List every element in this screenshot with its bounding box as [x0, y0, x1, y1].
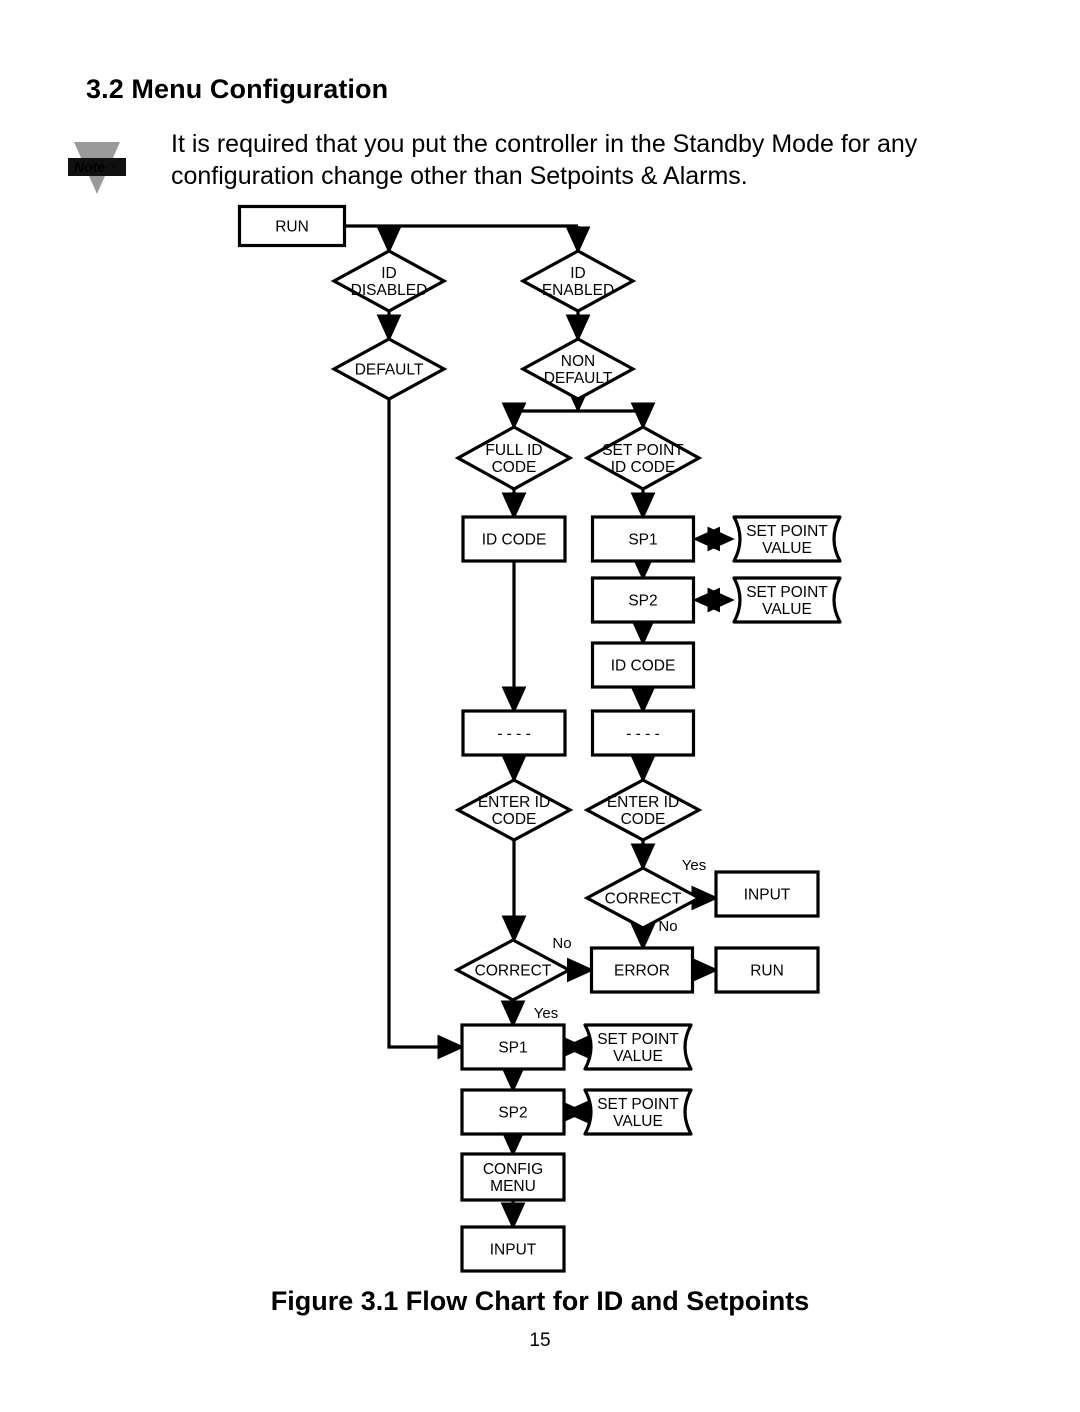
flow-node-spv-4: SET POINTVALUE — [583, 1088, 693, 1136]
flow-node-label: DEFAULT — [544, 370, 613, 387]
flow-node-label: RUN — [750, 963, 784, 980]
flow-node-correct-right: CORRECT — [583, 866, 703, 930]
flow-node-label: CODE — [492, 459, 537, 476]
flow-node-label: SET POINT — [602, 442, 684, 459]
flow-edge-label-yes-correct-left: Yes — [534, 1005, 558, 1022]
flow-node-label: - - - - — [497, 726, 531, 743]
flow-node-label: ID CODE — [611, 459, 676, 476]
flow-node-run-right: RUN — [714, 946, 820, 994]
flow-node-label: VALUE — [762, 601, 812, 618]
flow-chart-svg: RUNIDDISABLEDIDENABLEDDEFAULT NONDEFAULTF… — [237, 204, 842, 1273]
flow-node-label: CORRECT — [475, 963, 552, 980]
flow-node-spv-2: SET POINTVALUE — [732, 576, 842, 624]
flow-node-config-menu: CONFIGMENU — [460, 1152, 566, 1202]
flow-node-dashes-right: - - - - — [590, 709, 696, 757]
flow-node-label: CODE — [492, 811, 537, 828]
flow-node-dashes-left: - - - - — [461, 709, 567, 757]
flow-node-label: ERROR — [614, 963, 670, 980]
note-triangle-icon: Note ☞ — [66, 136, 128, 198]
flow-node-label: SET POINT — [746, 584, 828, 601]
flow-node-sp2-bot: SP2 — [460, 1088, 566, 1136]
flow-edge-label-no-correct-left: No — [552, 935, 571, 952]
flow-node-run-top: RUN — [237, 204, 347, 248]
flow-node-label: ID — [570, 265, 586, 282]
flow-node-id-code-left: ID CODE — [461, 515, 567, 563]
flow-node-spv-3: SET POINTVALUE — [583, 1023, 693, 1071]
flow-node-label: ENTER ID — [607, 794, 679, 811]
flow-node-label: CORRECT — [605, 891, 682, 908]
note-text: It is required that you put the controll… — [171, 130, 918, 190]
flow-node-label: - - - - — [626, 726, 660, 743]
flow-node-label: SP1 — [628, 532, 657, 549]
flow-node-label: SP1 — [498, 1040, 527, 1057]
link-default-bypass-to-sp1 — [387, 399, 465, 1060]
flow-node-spv-1: SET POINTVALUE — [732, 515, 842, 563]
document-page: 3.2 Menu Configuration Note ☞ It is requ… — [0, 0, 1080, 1412]
flow-node-error: ERROR — [589, 946, 695, 994]
flow-node-label: SP2 — [498, 1105, 527, 1122]
flow-node-label: CONFIG — [483, 1161, 543, 1178]
flow-node-label: DEFAULT — [355, 362, 424, 379]
flow-node-label: DISABLED — [351, 282, 428, 299]
flow-node-label: FULL ID — [485, 442, 542, 459]
flow-node-sp2-mid: SP2 — [590, 576, 696, 624]
flow-node-input-right: INPUT — [714, 870, 820, 918]
note-pointer-icon: ☞ — [107, 159, 119, 174]
flow-node-full-id-code: FULL IDCODE — [454, 425, 574, 491]
flow-node-label: SET POINT — [597, 1031, 679, 1048]
flow-node-label: MENU — [490, 1178, 536, 1195]
flow-node-label: INPUT — [744, 887, 791, 904]
figure-caption: Figure 3.1 Flow Chart for ID and Setpoin… — [270, 1286, 810, 1316]
flow-node-enter-id-left: ENTER IDCODE — [454, 778, 574, 842]
flow-chart: RUN ID DISABLED ID ENABLED DEFAULT NON DEFAULT F… — [0, 195, 1080, 1285]
flow-node-sp1-bot: SP1 — [460, 1023, 566, 1071]
flow-node-default: DEFAULT — [330, 337, 448, 401]
flow-node-id-code-right: ID CODE — [590, 641, 696, 689]
page-number: 15 — [529, 1330, 551, 1351]
flow-node-label: VALUE — [613, 1113, 663, 1130]
flow-node-input-bot: INPUT — [460, 1225, 566, 1273]
page-title: 3.2 Menu Configuration — [86, 74, 389, 104]
flow-node-label: SP2 — [628, 593, 657, 610]
flow-node-label: ENABLED — [542, 282, 614, 299]
flow-node-label: SET POINT — [597, 1096, 679, 1113]
flow-edge-label-yes-correct-right: Yes — [682, 857, 706, 874]
flow-node-label: VALUE — [762, 540, 812, 557]
flow-edge-label-no-correct-right: No — [658, 918, 677, 935]
flow-node-non-default: NONDEFAULT — [519, 337, 637, 401]
flow-node-label: CODE — [621, 811, 666, 828]
flow-node-sp1-mid: SP1 — [590, 515, 696, 563]
flow-node-label: ID CODE — [611, 658, 676, 675]
flow-node-label: RUN — [275, 219, 309, 236]
flow-node-label: ENTER ID — [478, 794, 550, 811]
flow-node-label: SET POINT — [746, 523, 828, 540]
flow-node-label: INPUT — [490, 1242, 537, 1259]
flow-node-label: ID — [381, 265, 397, 282]
flow-node-label: NON — [561, 353, 595, 370]
note-label: Note — [74, 159, 105, 175]
flow-node-label: VALUE — [613, 1048, 663, 1065]
flow-nodes: RUNIDDISABLEDIDENABLEDDEFAULT NONDEFAULTF… — [237, 204, 842, 1273]
flow-node-sp-id-code: SET POINTID CODE — [583, 425, 703, 491]
flow-node-enter-id-right: ENTER IDCODE — [583, 778, 703, 842]
flow-node-id-enabled: IDENABLED — [519, 249, 637, 313]
flow-node-id-disabled: IDDISABLED — [330, 249, 448, 313]
flow-node-label: ID CODE — [482, 532, 547, 549]
